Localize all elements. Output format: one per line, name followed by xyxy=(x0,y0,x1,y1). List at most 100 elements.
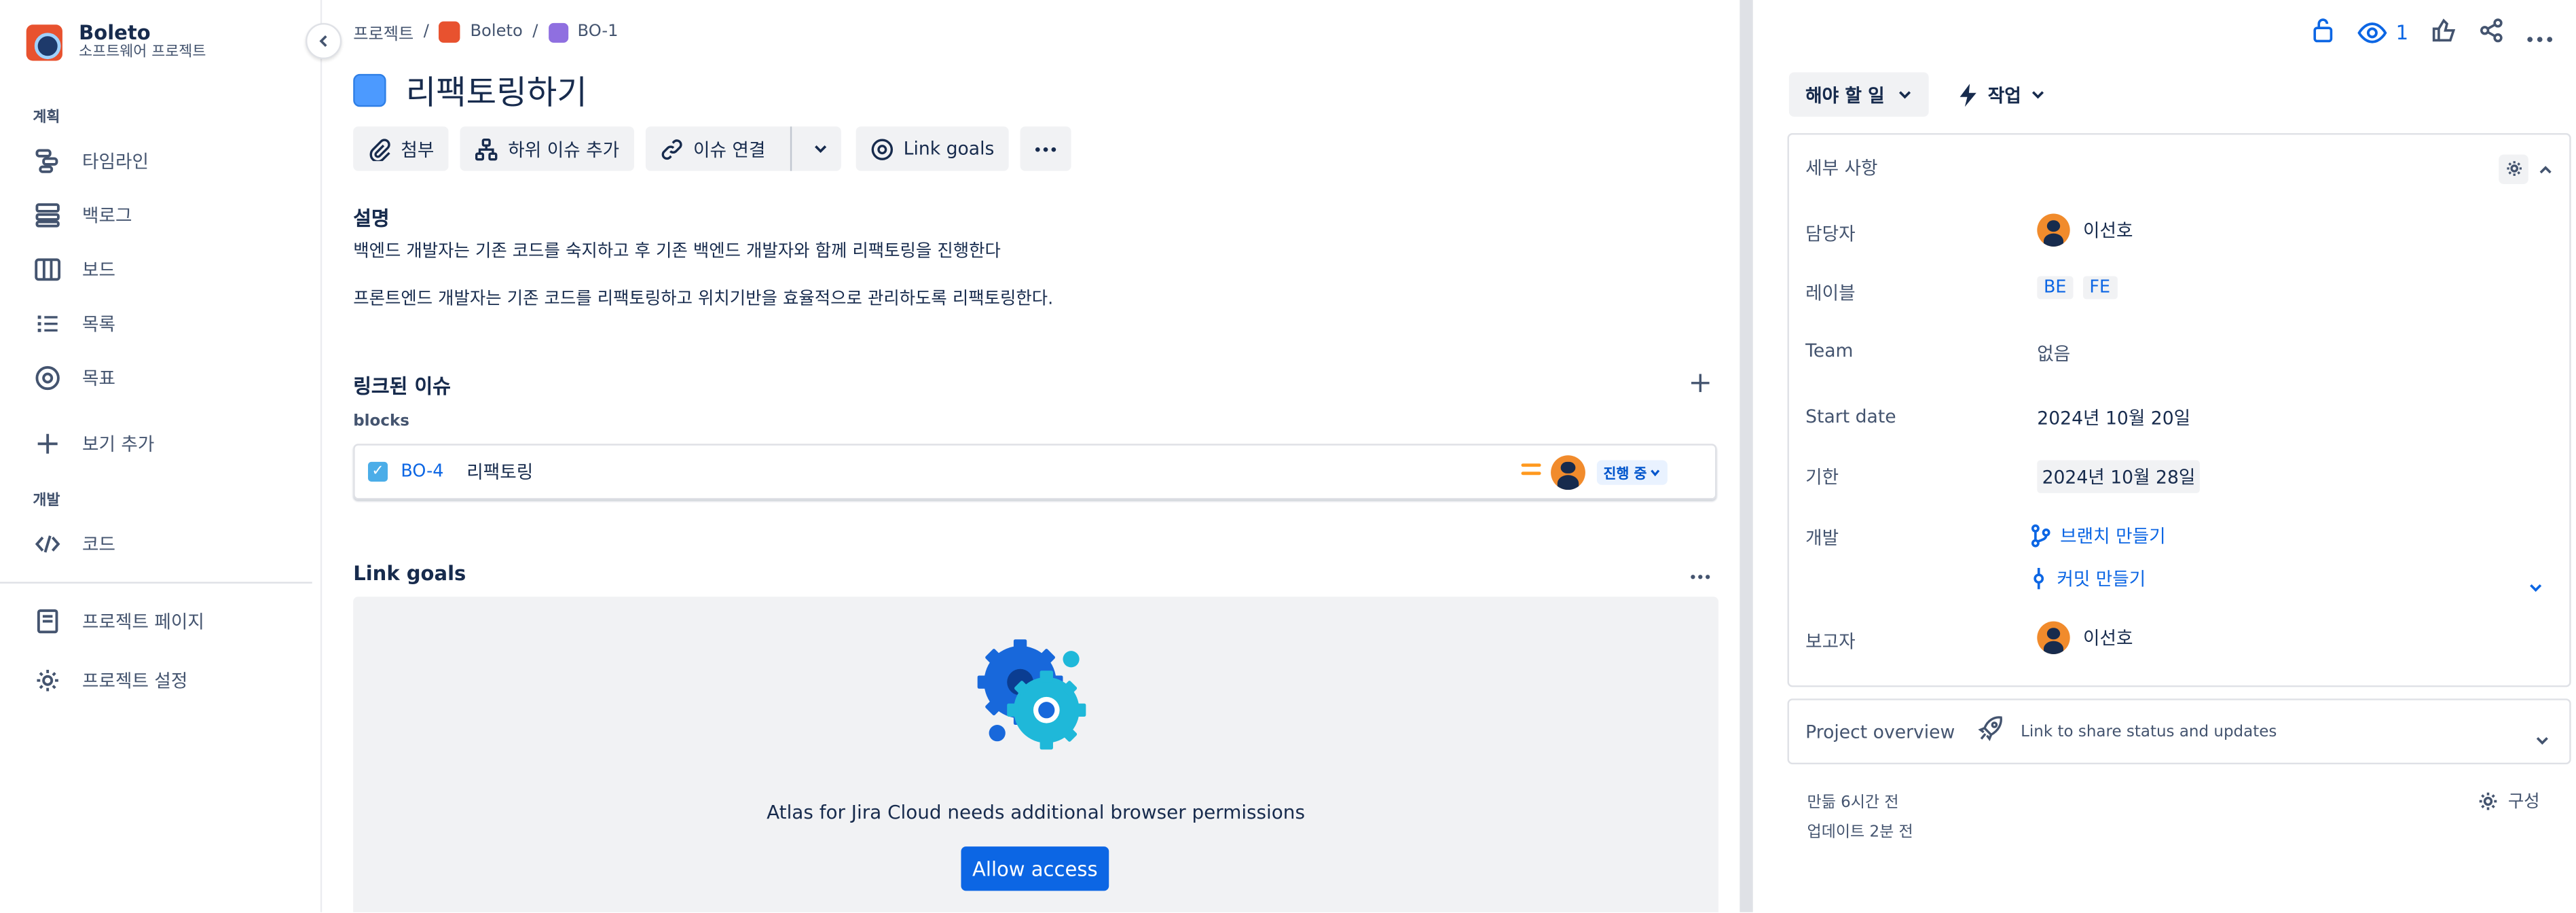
watch-button[interactable]: 1 xyxy=(2358,21,2408,44)
rocket-icon xyxy=(1978,715,2004,748)
gear-icon xyxy=(33,666,62,696)
epic-icon xyxy=(547,22,568,42)
chevron-down-icon[interactable] xyxy=(2535,723,2550,755)
assignee-field[interactable]: 이선호 xyxy=(2037,213,2133,247)
sidebar: Boleto 소프트웨어 프로젝트 계획 타임라인 백로그 보드 목록 목표 보… xyxy=(0,0,323,912)
sidebar-item-backlog[interactable]: 백로그 xyxy=(33,194,308,237)
project-overview-title: Project overview xyxy=(1805,720,1955,742)
sidebar-item-code[interactable]: 코드 xyxy=(33,522,308,565)
project-type: 소프트웨어 프로젝트 xyxy=(79,44,206,61)
details-settings-button[interactable] xyxy=(2499,154,2528,183)
breadcrumb-projects[interactable]: 프로젝트 xyxy=(353,20,413,45)
link-goals-button[interactable]: Link goals xyxy=(855,126,1010,171)
gears-illustration xyxy=(977,639,1086,750)
reporter-field[interactable]: 이선호 xyxy=(2037,621,2133,655)
linked-issues-heading: 링크된 이슈 xyxy=(353,374,451,398)
project-header[interactable]: Boleto 소프트웨어 프로젝트 xyxy=(26,22,206,62)
sidebar-item-label: 타임라인 xyxy=(81,151,149,173)
panel-resize-handle[interactable] xyxy=(1740,0,1753,912)
sidebar-collapse-button[interactable] xyxy=(306,22,342,60)
add-linked-issue-button[interactable] xyxy=(1691,372,1710,398)
updated-timestamp: 업데이트 2분 전 xyxy=(1807,823,1913,842)
issue-type-icon xyxy=(353,73,386,107)
task-type-icon: ✓ xyxy=(367,461,388,482)
collapse-details-button[interactable] xyxy=(2538,153,2553,184)
attach-button[interactable]: 첨부 xyxy=(353,126,449,171)
timeline-icon xyxy=(33,146,62,176)
allow-access-button[interactable]: Allow access xyxy=(961,846,1109,891)
link-issue-button[interactable]: 이슈 연결 xyxy=(645,126,841,171)
goal-icon xyxy=(871,138,893,160)
sidebar-item-goals[interactable]: 목표 xyxy=(33,357,308,399)
link-issue-dropdown[interactable] xyxy=(802,141,841,156)
sidebar-item-timeline[interactable]: 타임라인 xyxy=(33,140,308,183)
expand-dev-button[interactable] xyxy=(2528,571,2543,602)
more-icon xyxy=(1035,146,1056,151)
linked-issue-summary: 리팩토링 xyxy=(466,461,534,484)
sidebar-divider xyxy=(0,581,312,584)
sidebar-item-board[interactable]: 보드 xyxy=(33,248,308,291)
share-icon[interactable] xyxy=(2479,17,2503,48)
create-commit-link[interactable]: 커밋 만들기 xyxy=(2031,565,2146,592)
avatar xyxy=(1551,455,1585,490)
details-heading: 세부 사항 xyxy=(1805,158,1878,179)
linked-issue-row[interactable]: ✓ BO-4 리팩토링 진행 중 xyxy=(353,444,1717,500)
goals-more-button[interactable] xyxy=(1691,562,1710,586)
chevron-down-icon xyxy=(1651,469,1661,477)
linked-issue-key[interactable]: BO-4 xyxy=(401,462,443,482)
sidebar-item-label: 목표 xyxy=(81,368,115,390)
goals-permission-panel: Atlas for Jira Cloud needs additional br… xyxy=(353,596,1718,912)
description-heading: 설명 xyxy=(353,207,390,230)
avatar xyxy=(2037,213,2070,247)
start-date-field[interactable]: 2024년 10월 20일 xyxy=(2037,404,2190,431)
chevron-down-icon xyxy=(2530,584,2542,592)
chevron-down-icon xyxy=(2032,91,2044,99)
plus-icon xyxy=(1691,374,1710,393)
chevron-left-icon xyxy=(319,35,327,48)
reporter-label: 보고자 xyxy=(1805,631,1856,653)
sidebar-item-project-pages[interactable]: 프로젝트 페이지 xyxy=(33,600,308,643)
actions-dropdown[interactable]: 작업 xyxy=(1951,72,2052,116)
sidebar-item-label: 프로젝트 페이지 xyxy=(81,611,204,633)
description-line-1[interactable]: 백엔드 개발자는 기존 코드를 숙지하고 후 기존 백엔드 개발자와 함께 리팩… xyxy=(353,238,1001,263)
create-branch-link[interactable]: 브랜치 만들기 xyxy=(2031,522,2166,549)
sidebar-item-project-settings[interactable]: 프로젝트 설정 xyxy=(33,659,308,702)
created-timestamp: 만듦 6시간 전 xyxy=(1807,793,1899,812)
label-tag[interactable]: BE xyxy=(2037,276,2074,300)
labels-label: 레이블 xyxy=(1805,283,1856,304)
configure-button[interactable]: 구성 xyxy=(2477,789,2540,813)
more-icon[interactable] xyxy=(2526,17,2553,48)
project-overview-section[interactable]: Project overview Link to share status an… xyxy=(1787,698,2571,765)
issue-details-panel: 1 해야 할 일 작업 세부 사항 담당자 이선호 레이블 BE FE Team… xyxy=(1754,0,2576,912)
priority-medium-icon xyxy=(1521,463,1541,480)
sidebar-item-add-view[interactable]: 보기 추가 xyxy=(33,423,308,465)
due-date-field[interactable]: 2024년 10월 28일 xyxy=(2037,460,2201,493)
project-avatar xyxy=(26,24,62,61)
issue-title[interactable]: 리팩토링하기 xyxy=(406,66,587,113)
sidebar-item-label: 코드 xyxy=(81,534,115,556)
team-field[interactable]: 없음 xyxy=(2037,340,2070,367)
breadcrumb: 프로젝트 / Boleto / BO-1 xyxy=(353,20,619,45)
goal-icon xyxy=(33,363,62,393)
chevron-up-icon xyxy=(2539,166,2552,174)
section-dev: 개발 xyxy=(33,493,60,510)
chevron-down-icon xyxy=(1899,91,1911,99)
sidebar-item-list[interactable]: 목록 xyxy=(33,302,308,345)
gear-icon xyxy=(2506,161,2521,176)
project-overview-subtitle: Link to share status and updates xyxy=(2021,722,2277,741)
breadcrumb-project[interactable]: Boleto xyxy=(470,23,522,41)
chevron-down-icon xyxy=(815,145,828,154)
paperclip-icon xyxy=(369,138,390,160)
permissions-message: Atlas for Jira Cloud needs additional br… xyxy=(767,800,1305,824)
label-tag[interactable]: FE xyxy=(2082,276,2117,300)
description-line-2[interactable]: 프론트엔드 개발자는 기존 코드를 리팩토링하고 위치기반을 효율적으로 관리하… xyxy=(353,286,1053,310)
labels-field[interactable]: BE FE xyxy=(2037,276,2117,300)
branch-icon xyxy=(2031,524,2050,548)
like-icon[interactable] xyxy=(2431,17,2456,48)
more-actions-button[interactable] xyxy=(1020,126,1072,171)
lock-icon[interactable] xyxy=(2312,16,2335,49)
breadcrumb-issue[interactable]: BO-1 xyxy=(578,23,619,41)
add-child-issue-button[interactable]: 하위 이슈 추가 xyxy=(460,126,634,171)
status-transition-button[interactable]: 해야 할 일 xyxy=(1788,72,1929,117)
status-dropdown[interactable]: 진행 중 xyxy=(1596,460,1668,485)
